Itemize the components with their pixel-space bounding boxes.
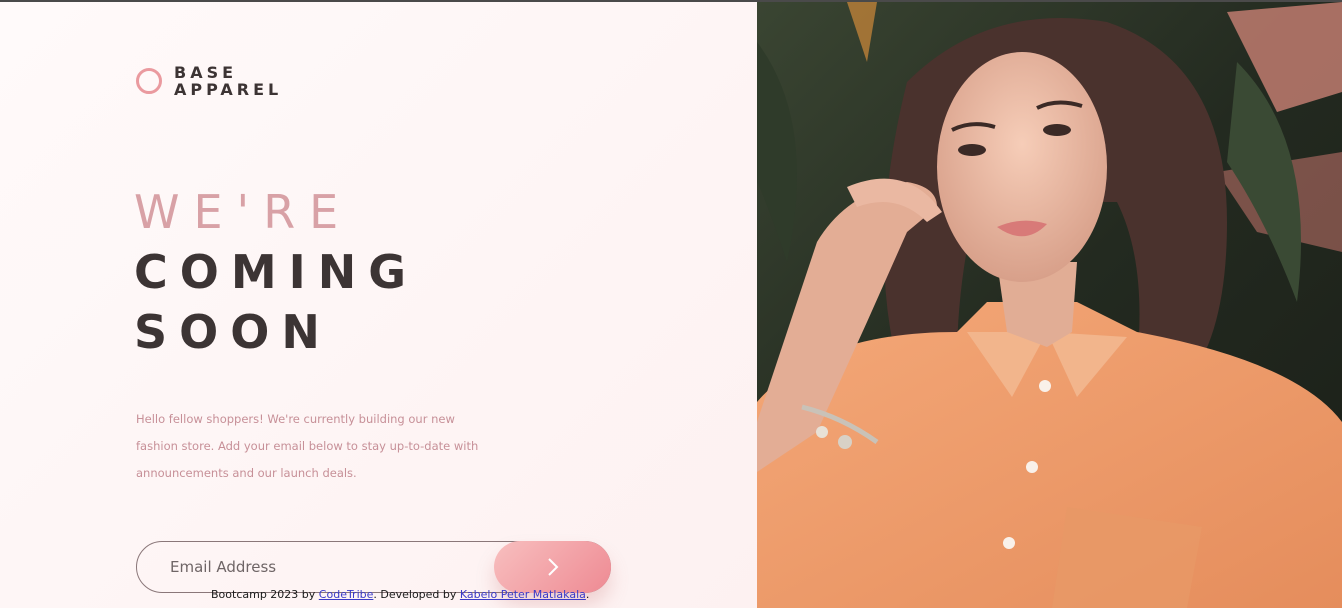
page-title: WE'RE COMING SOON [134, 182, 418, 362]
content-panel: BASE APPAREL WE'RE COMING SOON Hello fel… [0, 2, 757, 608]
footer-suffix: . [585, 588, 590, 601]
logo-line-2: APPAREL [174, 80, 283, 99]
hero-image [757, 2, 1342, 608]
footer-credit: Bootcamp 2023 by CodeTribe. Developed by… [211, 588, 589, 601]
logo-circle-icon [136, 68, 162, 94]
codetribe-link[interactable]: CodeTribe [319, 588, 374, 601]
chevron-right-icon [547, 558, 558, 576]
title-line-3: SOON [134, 305, 332, 359]
hero-photo [757, 2, 1342, 608]
title-line-1: WE'RE [134, 185, 353, 239]
submit-button[interactable] [494, 541, 611, 593]
title-line-2: COMING [134, 245, 419, 299]
brand-logo[interactable]: BASE APPAREL [136, 64, 282, 98]
footer-middle: . Developed by [373, 588, 460, 601]
signup-form [136, 541, 611, 593]
logo-wordmark: BASE APPAREL [174, 64, 282, 98]
developer-link[interactable]: Kabelo Peter Matlakala [460, 588, 586, 601]
footer-prefix: Bootcamp 2023 by [211, 588, 319, 601]
description: Hello fellow shoppers! We're currently b… [136, 412, 479, 480]
logo-line-1: BASE [174, 63, 238, 82]
